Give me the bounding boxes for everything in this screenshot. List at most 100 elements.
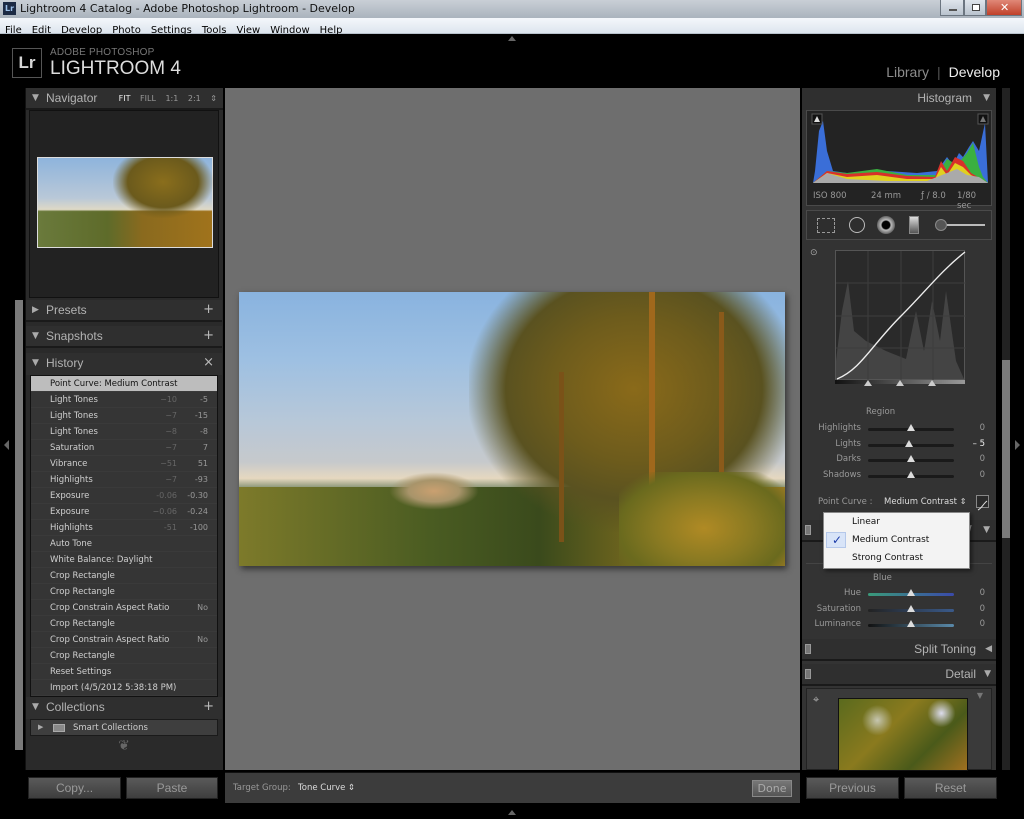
zoom-2-1[interactable]: 2:1 [188,94,201,103]
slider-handle[interactable] [904,439,913,447]
histogram-header[interactable]: Histogram ▼ [802,88,996,110]
snapshots-header[interactable]: ▼ Snapshots + [26,326,222,348]
minimize-icon[interactable] [940,0,964,16]
history-item[interactable]: Vibrance −51 51 [31,456,217,472]
module-develop[interactable]: Develop [949,64,1000,80]
history-item[interactable]: Crop Rectangle [31,616,217,632]
targeted-adjustment-icon[interactable]: ⊙ [810,248,818,258]
point-curve-select[interactable]: Medium Contrast ⇕ [884,497,966,507]
close-icon[interactable]: ✕ [986,0,1022,16]
paste-settings-button[interactable]: Paste [126,777,218,799]
slider-darks[interactable]: Darks 0 [802,452,996,467]
slider-handle[interactable] [907,604,915,612]
slider-shadows[interactable]: Shadows 0 [802,468,996,483]
history-item[interactable]: Point Curve: Medium Contrast [31,376,217,392]
slider-handle[interactable] [907,455,915,462]
history-item[interactable]: Highlights -51 -100 [31,520,217,536]
history-item[interactable]: Crop Constrain Aspect Ratio No [31,600,217,616]
right-panel-scrollbar[interactable] [1002,88,1010,770]
collection-item[interactable]: ▶ Smart Collections [30,719,218,736]
left-panel-toggle-icon[interactable] [4,440,9,450]
presets-header[interactable]: ▶ Presets + [26,300,222,322]
slider-value[interactable]: – 5 [973,439,985,449]
edit-point-curve-icon[interactable] [976,495,989,511]
previous-button[interactable]: Previous [806,777,899,799]
spot-removal-tool-icon[interactable] [849,217,865,233]
slider-handle[interactable] [907,424,915,431]
panel-toggle-switch[interactable] [805,669,811,679]
history-item[interactable]: Exposure -0.06 -0.30 [31,488,217,504]
split-toning-header[interactable]: Split Toning ◀ [802,639,996,661]
zoom-fill[interactable]: FILL [140,94,156,103]
done-button[interactable]: Done [752,780,792,797]
slider-value[interactable]: 0 [980,588,985,598]
history-item[interactable]: Exposure −0.06 -0.24 [31,504,217,520]
slider-lights[interactable]: Lights – 5 [802,437,996,452]
crop-tool-icon[interactable] [817,218,835,233]
slider-luminance[interactable]: Luminance 0 [802,617,996,632]
history-header[interactable]: ▼ History × [26,353,222,375]
red-eye-tool-icon[interactable] [877,216,895,234]
add-collection-icon[interactable]: + [203,699,214,714]
panel-toggle-switch[interactable] [805,644,811,654]
detail-zoom-preview[interactable] [838,698,968,771]
clear-history-icon[interactable]: × [203,355,214,370]
add-preset-icon[interactable]: + [203,302,214,317]
slider-handle[interactable] [907,470,915,478]
scrollbar-thumb[interactable] [1002,360,1010,538]
tone-curve-graph[interactable] [835,250,966,381]
detail-collapse-icon[interactable]: ▼ [977,691,983,700]
dropdown-option-strong-contrast[interactable]: Strong Contrast [824,549,969,567]
collections-header[interactable]: ▼ Collections + [26,697,222,719]
history-item[interactable]: White Balance: Daylight [31,552,217,568]
filmstrip-toggle-icon[interactable] [508,810,516,815]
split-point-highlights[interactable] [928,380,936,386]
zoom-1-1[interactable]: 1:1 [165,94,178,103]
slider-handle[interactable] [907,620,915,627]
split-point-midtones[interactable] [896,380,904,386]
module-library[interactable]: Library [886,64,929,80]
history-item[interactable]: Import (4/5/2012 5:38:18 PM) [31,680,217,696]
zoom-fit[interactable]: FIT [119,94,131,103]
history-item[interactable]: Highlights −7 -93 [31,472,217,488]
right-panel-toggle-icon[interactable] [1015,440,1020,450]
history-item[interactable]: Light Tones −7 -15 [31,408,217,424]
target-group-select[interactable]: Tone Curve ⇕ [298,783,355,793]
navigator-preview[interactable] [29,110,219,298]
left-panel-scrollbar[interactable] [15,300,23,750]
history-item[interactable]: Crop Rectangle [31,648,217,664]
detail-target-icon[interactable]: ⌖ [813,693,819,707]
slider-value[interactable]: 0 [980,454,985,464]
dropdown-option-linear[interactable]: Linear [824,513,969,531]
slider-value[interactable]: 0 [980,423,985,433]
top-panel-toggle-icon[interactable] [508,36,516,41]
reset-button[interactable]: Reset [904,777,997,799]
slider-highlights[interactable]: Highlights 0 [802,421,996,436]
copy-settings-button[interactable]: Copy... [28,777,121,799]
adjustment-brush-icon[interactable] [935,219,947,231]
history-item[interactable]: Light Tones −8 -8 [31,424,217,440]
dropdown-option-medium-contrast[interactable]: ✓ Medium Contrast [824,531,969,549]
histogram-display[interactable]: ISO 800 24 mm ƒ / 8.0 1/80 sec [806,110,992,211]
add-snapshot-icon[interactable]: + [203,328,214,343]
zoom-stepper-icon[interactable]: ⇕ [210,94,217,103]
panel-toggle-switch[interactable] [805,525,811,535]
restore-icon[interactable] [964,0,986,16]
history-item[interactable]: Crop Constrain Aspect Ratio No [31,632,217,648]
history-item[interactable]: Crop Rectangle [31,584,217,600]
slider-handle[interactable] [907,589,915,596]
history-item[interactable]: Saturation −7 7 [31,440,217,456]
navigator-thumbnail[interactable] [37,157,213,248]
history-item[interactable]: Crop Rectangle [31,568,217,584]
slider-hue[interactable]: Hue 0 [802,586,996,601]
history-item[interactable]: Light Tones −10 -5 [31,392,217,408]
detail-header[interactable]: Detail ▼ [802,664,996,686]
history-item[interactable]: Reset Settings [31,664,217,680]
slider-value[interactable]: 0 [980,470,985,480]
slider-value[interactable]: 0 [980,604,985,614]
slider-value[interactable]: 0 [980,619,985,629]
graduated-filter-icon[interactable] [909,216,919,234]
navigator-header[interactable]: ▼ Navigator FIT FILL 1:1 2:1 ⇕ [26,88,223,110]
split-point-shadows[interactable] [864,380,872,386]
photo-preview[interactable] [239,292,785,566]
